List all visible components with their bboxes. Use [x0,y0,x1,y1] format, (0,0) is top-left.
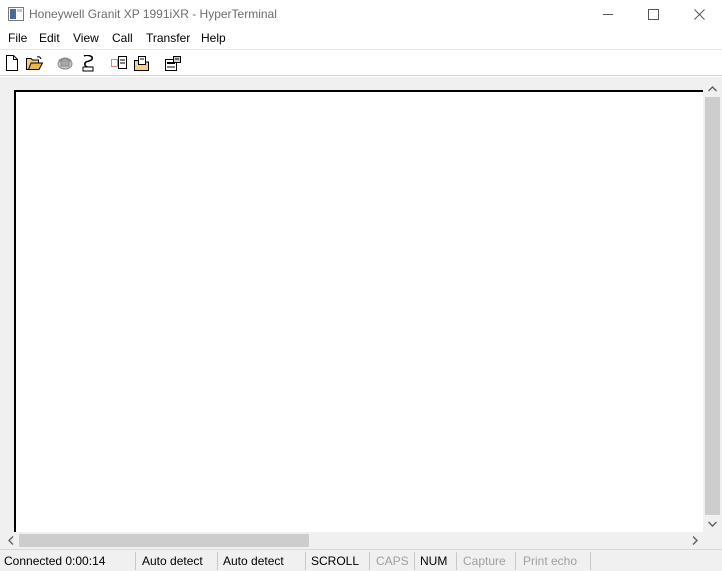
scroll-down-button[interactable] [704,515,721,532]
chevron-right-icon [692,536,698,545]
status-divider [515,552,516,570]
properties-icon [165,55,181,71]
open-button[interactable] [25,54,43,72]
open-folder-icon [25,56,43,70]
scroll-up-button[interactable] [704,80,721,97]
send-button[interactable] [110,54,128,72]
toolbar [0,49,722,76]
horizontal-scroll-thumb[interactable] [19,534,309,547]
status-num: NUM [420,554,448,568]
menu-file[interactable]: File [7,31,28,45]
menu-help[interactable]: Help [200,31,227,45]
minimize-icon [602,14,613,15]
properties-button[interactable] [164,54,182,72]
minimize-button[interactable] [585,0,631,29]
menu-transfer[interactable]: Transfer [145,31,191,45]
status-print-echo: Print echo [523,554,578,568]
status-auto-detect-emulation: Auto detect [142,554,203,568]
menu-view[interactable]: View [72,31,100,45]
new-connection-button[interactable] [3,54,21,72]
call-button[interactable] [56,54,74,72]
disconnect-icon [82,54,94,71]
chevron-down-icon [708,521,717,527]
receive-file-icon [134,55,149,71]
close-button[interactable] [676,0,722,29]
scrollbar-corner [704,532,722,549]
status-capture: Capture [463,554,506,568]
terminal-screen[interactable] [14,90,703,533]
vertical-scrollbar[interactable] [704,80,721,532]
chevron-left-icon [7,536,13,545]
chevron-up-icon [708,85,717,91]
status-caps: CAPS [376,554,409,568]
vertical-scroll-thumb[interactable] [705,97,720,515]
status-divider [590,552,591,570]
maximize-icon [647,9,659,20]
hyperterminal-app-icon [8,7,24,21]
status-scroll: SCROLL [311,554,360,568]
status-divider [369,552,370,570]
scroll-right-button[interactable] [686,532,703,549]
title-bar: Honeywell Granit XP 1991iXR - HyperTermi… [0,0,722,29]
scroll-left-button[interactable] [2,532,19,549]
menu-bar: File Edit View Call Transfer Help [0,29,722,49]
status-bar: Connected 0:00:14 Auto detect Auto detec… [0,549,722,571]
disconnect-button[interactable] [79,54,97,72]
new-document-icon [6,55,18,71]
status-connection-time: Connected 0:00:14 [4,554,106,568]
status-auto-detect-settings: Auto detect [223,554,284,568]
status-divider [305,552,306,570]
receive-button[interactable] [133,54,151,72]
status-divider [217,552,218,570]
horizontal-scrollbar[interactable] [0,532,704,549]
status-divider [135,552,136,570]
menu-call[interactable]: Call [111,31,134,45]
window-title: Honeywell Granit XP 1991iXR - HyperTermi… [29,7,277,21]
send-file-icon [110,56,127,69]
status-divider [456,552,457,570]
close-icon [693,9,705,20]
menu-edit[interactable]: Edit [38,31,61,45]
call-phone-icon [57,57,73,70]
status-divider [414,552,415,570]
maximize-button[interactable] [630,0,676,29]
